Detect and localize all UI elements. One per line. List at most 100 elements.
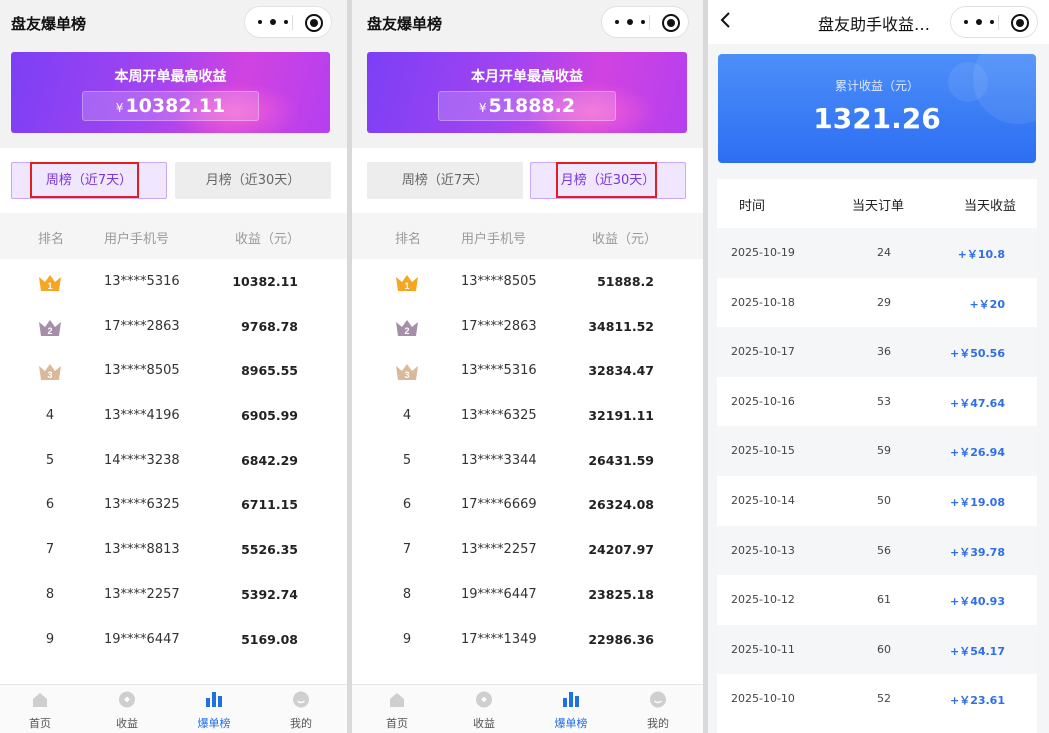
row-orders: 36	[877, 345, 891, 359]
card-value: 1321.26	[813, 102, 941, 135]
tabbar-item-profile[interactable]: 我的	[628, 685, 688, 733]
rank-number: 8	[402, 586, 412, 602]
rank-number: 7	[402, 542, 412, 558]
row-orders: 50	[877, 493, 891, 507]
row-orders: 29	[877, 295, 891, 309]
user-earnings: 6842.29	[241, 452, 298, 468]
row-date: 2025-10-17	[731, 345, 795, 359]
user-phone: 19****6447	[461, 586, 537, 602]
table-row: 2025-10-16 53 +￥47.64	[717, 377, 1037, 427]
card-label: 累计收益（元）	[834, 79, 919, 93]
bottom-tab-bar: 首页 收益 爆单榜 我的	[0, 684, 347, 733]
leaderboard-list: 1 13****5316 10382.11 2 17****2863 9768.78 3 13…	[0, 259, 347, 661]
tabbar-item-profile[interactable]: 我的	[271, 685, 331, 733]
leaderboard-list: 1 13****8505 51888.2 2 17****2863 34811.52 3 13…	[352, 259, 703, 661]
row-date: 2025-10-14	[731, 493, 795, 507]
user-earnings: 26324.08	[588, 497, 654, 513]
user-phone: 13****2257	[104, 586, 180, 602]
tabbar-item-leaderboard[interactable]: 爆单榜	[541, 685, 601, 733]
rank-number: 5	[45, 452, 55, 468]
more-icon[interactable]	[258, 15, 288, 29]
col-earnings: 收益（元）	[234, 232, 300, 247]
table-row: 2025-10-10 52 +￥23.61	[717, 674, 1037, 724]
user-earnings: 5526.35	[241, 542, 298, 558]
leaderboard-icon	[563, 692, 579, 707]
table-row: 5 14****3238 6842.29	[0, 438, 347, 483]
tabbar-item-earnings[interactable]: 收益	[454, 685, 514, 733]
capsule-divider	[649, 15, 650, 30]
svg-text:3: 3	[404, 370, 409, 380]
user-phone: 19****6447	[104, 631, 180, 647]
tabbar-item-home[interactable]: 首页	[10, 685, 70, 733]
home-icon	[33, 693, 47, 707]
user-phone: 17****2863	[104, 318, 180, 334]
tabbar-item-leaderboard[interactable]: 爆单榜	[184, 685, 244, 733]
bottom-tab-bar: 首页 收益 爆单榜 我的	[352, 684, 703, 733]
user-earnings: 23825.18	[588, 586, 654, 602]
row-earnings: +￥54.17	[949, 644, 1005, 658]
highlight-box	[30, 162, 139, 198]
table-header: 时间 当天订单 当天收益	[717, 179, 1037, 228]
table-row: 9 19****6447 5169.08	[0, 617, 347, 662]
svg-text:1: 1	[47, 281, 52, 291]
row-date: 2025-10-16	[731, 394, 795, 408]
row-orders: 56	[877, 543, 891, 557]
table-header: 排名 用户手机号 收益（元）	[352, 213, 703, 259]
user-phone: 13****6325	[104, 497, 180, 513]
row-earnings: +￥10.8	[957, 248, 1005, 261]
table-row: 7 13****8813 5526.35	[0, 527, 347, 572]
capsule-divider	[998, 15, 999, 30]
table-row: 9 17****1349 22986.36	[352, 617, 703, 662]
nav-bar: 盘友助手收益…	[708, 0, 1049, 44]
close-target-icon[interactable]	[1011, 14, 1029, 32]
svg-text:2: 2	[47, 326, 52, 336]
table-row: 6 17****6669 26324.08	[352, 482, 703, 527]
table-row: 1 13****5316 10382.11	[0, 259, 347, 304]
col-phone: 用户手机号	[461, 232, 527, 247]
earnings-icon	[119, 691, 135, 708]
tabbar-label: 首页	[29, 717, 51, 730]
user-phone: 13****5316	[104, 274, 180, 289]
daily-earnings-list: 2025-10-19 24 +￥10.8 2025-10-18 29 +￥20 2025-1…	[717, 228, 1037, 724]
more-icon[interactable]	[615, 15, 645, 29]
row-earnings: +￥47.64	[949, 396, 1005, 410]
banner-title: 本月开单最高收益	[471, 69, 583, 85]
table-row: 2025-10-17 36 +￥50.56	[717, 327, 1037, 377]
top-earnings-banner: 本周开单最高收益 ¥10382.11	[11, 52, 330, 133]
user-earnings: 51888.2	[597, 274, 654, 289]
tab-monthly[interactable]: 月榜（近30天）	[175, 162, 331, 199]
user-phone: 13****3344	[461, 452, 537, 468]
profile-icon	[650, 691, 666, 708]
table-row: 2025-10-14 50 +￥19.08	[717, 476, 1037, 526]
user-earnings: 10382.11	[232, 274, 298, 289]
tabbar-label: 首页	[386, 717, 408, 730]
tabbar-label: 爆单榜	[197, 717, 231, 730]
tabbar-item-home[interactable]: 首页	[367, 685, 427, 733]
top-earnings-banner: 本月开单最高收益 ¥51888.2	[367, 52, 687, 133]
svg-text:2: 2	[404, 326, 409, 336]
more-icon[interactable]	[964, 15, 994, 29]
tabbar-label: 爆单榜	[554, 717, 588, 730]
tab-weekly[interactable]: 周榜（近7天）	[367, 162, 523, 199]
rank-number: 6	[402, 497, 412, 513]
close-target-icon[interactable]	[662, 14, 680, 32]
user-earnings: 32834.47	[588, 363, 654, 379]
tabbar-item-earnings[interactable]: 收益	[97, 685, 157, 733]
tabbar-label: 收益	[473, 717, 495, 730]
table-row: 2 17****2863 34811.52	[352, 304, 703, 349]
row-date: 2025-10-15	[731, 444, 795, 458]
earnings-icon	[476, 691, 492, 708]
banner-value: 10382.11	[125, 95, 226, 117]
user-phone: 13****8505	[461, 274, 537, 289]
close-target-icon[interactable]	[305, 14, 323, 32]
table-row: 8 13****2257 5392.74	[0, 572, 347, 617]
row-date: 2025-10-18	[731, 295, 795, 309]
row-orders: 61	[877, 593, 891, 607]
user-earnings: 8965.55	[241, 363, 298, 379]
banner-title: 本周开单最高收益	[114, 69, 227, 85]
user-phone: 13****4196	[104, 408, 180, 424]
user-earnings: 6905.99	[241, 408, 298, 424]
row-date: 2025-10-10	[731, 692, 795, 706]
back-arrow-icon[interactable]	[716, 10, 736, 30]
user-phone: 13****8505	[104, 363, 180, 379]
